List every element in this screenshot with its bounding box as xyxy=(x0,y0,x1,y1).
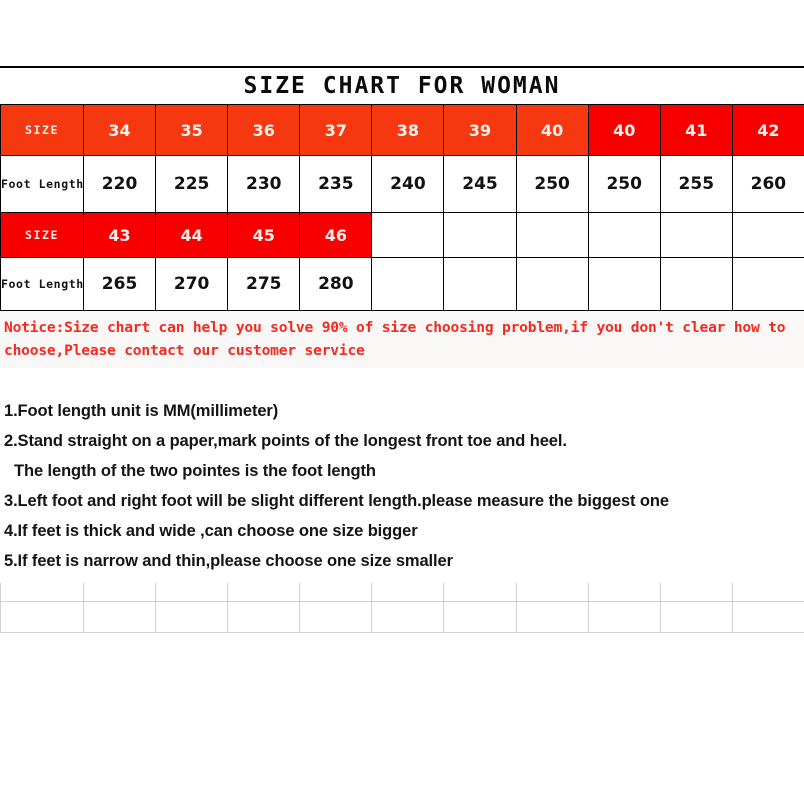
blank-cell xyxy=(659,601,733,633)
page-title: SIZE CHART FOR WOMAN xyxy=(0,68,804,104)
blank-cell xyxy=(227,583,301,602)
size-cell: 42 xyxy=(731,104,804,156)
blank-cell xyxy=(155,601,229,633)
blank-grid-area xyxy=(0,583,804,633)
foot-length-cell-empty xyxy=(731,257,804,311)
foot-length-cell-empty xyxy=(443,257,517,311)
instruction-item-continuation: The length of the two pointes is the foo… xyxy=(14,462,376,480)
size-cell: 44 xyxy=(155,212,229,258)
row-header-size-1: SIZE xyxy=(0,104,84,156)
blank-cell xyxy=(0,601,84,633)
foot-length-cell-empty xyxy=(587,257,661,311)
foot-length-cell-empty xyxy=(371,257,445,311)
size-cell: 39 xyxy=(443,104,517,156)
foot-length-cell: 270 xyxy=(155,257,229,311)
blank-cell xyxy=(731,601,804,633)
blank-cell xyxy=(0,583,84,602)
foot-length-cell: 260 xyxy=(731,155,804,213)
instruction-item: 1.Foot length unit is MM(millimeter) xyxy=(4,402,279,420)
row-header-foot-length-2: Foot Length xyxy=(0,257,84,311)
foot-length-cell: 220 xyxy=(82,155,157,213)
size-chart-page: SIZE CHART FOR WOMAN SIZE 34 35 36 37 38… xyxy=(0,0,804,804)
blank-cell xyxy=(515,583,589,602)
blank-cell xyxy=(587,601,661,633)
foot-length-cell: 280 xyxy=(299,257,373,311)
foot-length-cell: 275 xyxy=(227,257,301,311)
blank-cell xyxy=(82,601,157,633)
instructions-list: 1.Foot length unit is MM(millimeter) 2.S… xyxy=(0,368,804,576)
table-row-foot-length-2: Foot Length 265 270 275 280 xyxy=(0,257,804,311)
table-row-size-header-1: SIZE 34 35 36 37 38 39 40 40 41 42 xyxy=(0,104,804,156)
blank-grid-row xyxy=(0,601,804,633)
foot-length-cell: 250 xyxy=(587,155,661,213)
blank-grid-row xyxy=(0,583,804,602)
blank-cell xyxy=(299,601,373,633)
size-cell: 40 xyxy=(515,104,589,156)
blank-cell xyxy=(155,583,229,602)
foot-length-cell: 225 xyxy=(155,155,229,213)
size-chart-table: SIZE 34 35 36 37 38 39 40 40 41 42 Foot … xyxy=(0,104,804,311)
table-row-foot-length-1: Foot Length 220 225 230 235 240 245 250 … xyxy=(0,155,804,213)
blank-cell xyxy=(227,601,301,633)
foot-length-cell: 235 xyxy=(299,155,373,213)
size-cell: 46 xyxy=(299,212,373,258)
size-chart-block: SIZE CHART FOR WOMAN SIZE 34 35 36 37 38… xyxy=(0,66,804,576)
table-row-size-header-2: SIZE 43 44 45 46 xyxy=(0,212,804,258)
row-header-foot-length-1: Foot Length xyxy=(0,155,84,213)
foot-length-cell: 265 xyxy=(82,257,157,311)
notice-text: Notice:Size chart can help you solve 90%… xyxy=(0,311,804,368)
size-cell-empty xyxy=(659,212,733,258)
blank-cell xyxy=(587,583,661,602)
size-cell: 35 xyxy=(155,104,229,156)
instruction-item: 2.Stand straight on a paper,mark points … xyxy=(4,432,567,450)
instruction-item: 4.If feet is thick and wide ,can choose … xyxy=(4,522,418,540)
size-cell-empty xyxy=(587,212,661,258)
foot-length-cell: 245 xyxy=(443,155,517,213)
size-cell-empty xyxy=(443,212,517,258)
size-cell: 38 xyxy=(371,104,445,156)
blank-cell xyxy=(659,583,733,602)
size-cell: 45 xyxy=(227,212,301,258)
blank-cell xyxy=(515,601,589,633)
blank-cell xyxy=(731,583,804,602)
size-cell: 41 xyxy=(659,104,733,156)
foot-length-cell: 255 xyxy=(659,155,733,213)
blank-cell xyxy=(371,601,445,633)
foot-length-cell: 240 xyxy=(371,155,445,213)
blank-cell xyxy=(443,583,517,602)
blank-cell xyxy=(299,583,373,602)
size-cell-empty xyxy=(371,212,445,258)
size-cell: 36 xyxy=(227,104,301,156)
foot-length-cell: 230 xyxy=(227,155,301,213)
row-header-size-2: SIZE xyxy=(0,212,84,258)
size-cell: 37 xyxy=(299,104,373,156)
blank-cell xyxy=(443,601,517,633)
size-cell-empty xyxy=(515,212,589,258)
foot-length-cell-empty xyxy=(659,257,733,311)
size-cell: 43 xyxy=(82,212,157,258)
size-cell: 34 xyxy=(82,104,157,156)
blank-cell xyxy=(82,583,157,602)
instruction-item: 5.If feet is narrow and thin,please choo… xyxy=(4,552,453,570)
instruction-item: 3.Left foot and right foot will be sligh… xyxy=(4,492,669,510)
blank-cell xyxy=(371,583,445,602)
top-margin xyxy=(0,0,804,66)
size-cell: 40 xyxy=(587,104,661,156)
foot-length-cell: 250 xyxy=(515,155,589,213)
size-cell-empty xyxy=(731,212,804,258)
foot-length-cell-empty xyxy=(515,257,589,311)
blank-grid-table xyxy=(0,583,804,633)
